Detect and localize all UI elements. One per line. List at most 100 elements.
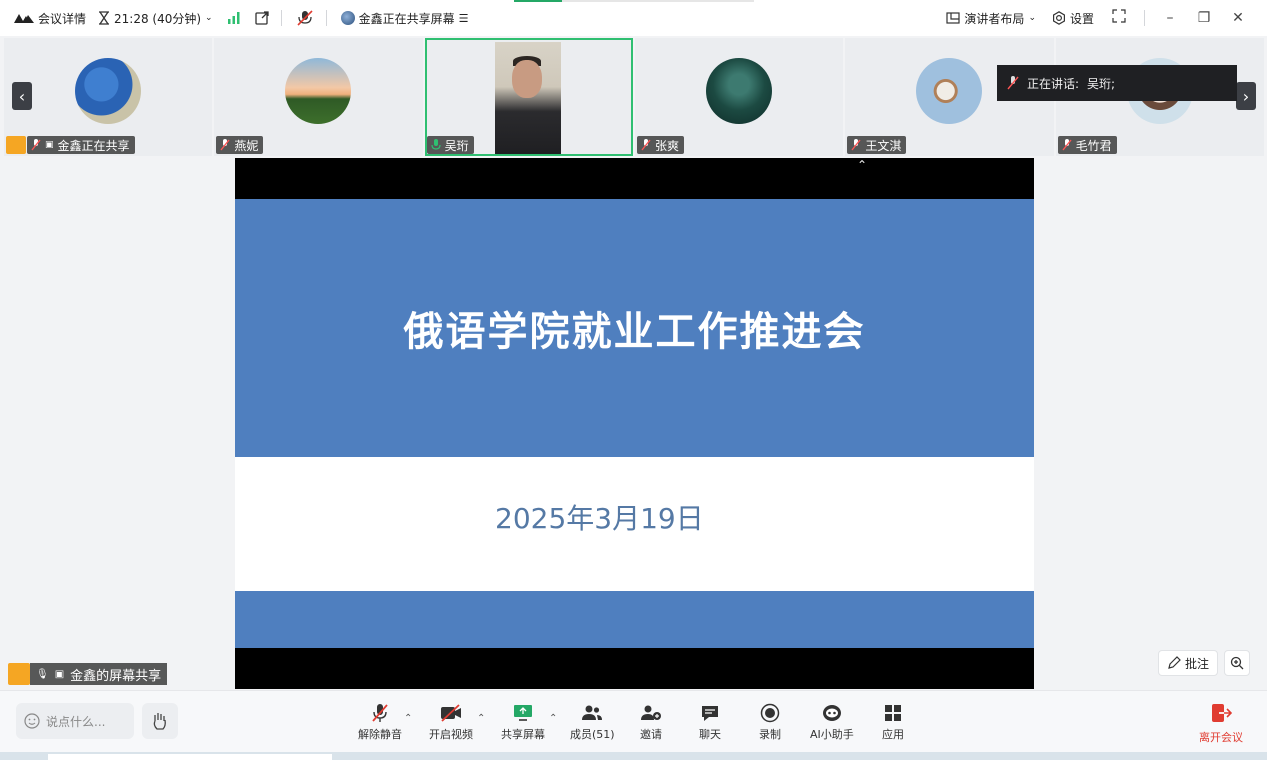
- avatar: [285, 58, 352, 124]
- menu-icon: ☰: [458, 11, 469, 25]
- layout-button[interactable]: 演讲者布局 ⌄: [946, 10, 1036, 27]
- mic-off-icon: [297, 10, 313, 26]
- annotate-label: 批注: [1184, 656, 1209, 671]
- share-screen-label: 共享屏幕: [501, 728, 545, 741]
- mute-all-button[interactable]: [296, 10, 314, 26]
- participant-tile[interactable]: ▣ 金鑫正在共享: [4, 38, 213, 156]
- add-user-icon: [640, 703, 662, 723]
- slide-date-area: 2025年3月19日: [235, 457, 1034, 591]
- close-button[interactable]: ✕: [1229, 10, 1247, 26]
- robot-icon: [821, 703, 843, 723]
- speaking-indicator: 正在讲话: 吴珩;: [997, 65, 1237, 101]
- start-video-button[interactable]: 开启视频: [429, 703, 473, 742]
- mic-off-icon: [1007, 76, 1019, 90]
- taskbar-window[interactable]: [48, 754, 332, 760]
- raise-hand-button[interactable]: [142, 703, 178, 739]
- share-screen-button[interactable]: 共享屏幕: [501, 703, 545, 742]
- popout-button[interactable]: [254, 11, 269, 25]
- avatar: [916, 58, 983, 124]
- screen-share-text: 金鑫的屏幕共享: [70, 668, 162, 684]
- video-options-caret[interactable]: ⌃: [477, 713, 485, 724]
- prev-page-button[interactable]: ‹: [12, 82, 32, 110]
- screen-share-icon: ▣: [54, 668, 65, 680]
- participant-name: 王文淇: [865, 138, 902, 153]
- unmute-button[interactable]: 解除静音: [358, 703, 402, 742]
- invite-button[interactable]: 邀请: [640, 703, 662, 742]
- settings-button[interactable]: 设置: [1052, 10, 1094, 27]
- collapse-strip-icon[interactable]: ⌃: [857, 158, 867, 172]
- chevron-down-icon: ⌄: [1028, 13, 1036, 23]
- signal-indicator[interactable]: [227, 12, 241, 24]
- annotate-button[interactable]: 批注: [1157, 650, 1218, 676]
- members-button[interactable]: 成员(51): [570, 703, 615, 742]
- participant-nametag: 王文淇: [847, 136, 907, 154]
- divider: [1144, 10, 1145, 26]
- participant-nametag: ▣ 金鑫正在共享: [27, 136, 135, 154]
- participant-name: 金鑫正在共享: [57, 138, 130, 153]
- layout-icon: [946, 12, 961, 24]
- apps-button[interactable]: 应用: [882, 703, 904, 742]
- host-badge: [6, 136, 26, 154]
- leave-meeting-button[interactable]: 离开会议: [1199, 703, 1243, 745]
- host-badge: [8, 663, 30, 685]
- slide-bottom-band: [235, 591, 1034, 648]
- globe-avatar-icon: [340, 11, 355, 25]
- gear-icon: [1052, 11, 1065, 25]
- sharing-status[interactable]: 金鑫正在共享屏幕 ☰: [340, 10, 469, 27]
- signal-icon: [227, 12, 240, 24]
- mic-off-icon: [641, 139, 651, 151]
- meeting-details-button[interactable]: 会议详情: [14, 10, 86, 27]
- slide-date: 2025年3月19日: [495, 502, 704, 535]
- participant-tile-active[interactable]: 吴珩: [424, 38, 633, 156]
- timer-label: 21:28 (40分钟): [114, 11, 202, 26]
- audio-options-caret[interactable]: ⌃: [404, 713, 412, 724]
- shared-slide: ⌃ 俄语学院就业工作推进会 2025年3月19日: [235, 158, 1034, 689]
- chat-button[interactable]: 聊天: [699, 703, 721, 742]
- minimize-button[interactable]: –: [1161, 10, 1179, 26]
- zoom-in-icon: [1230, 656, 1244, 670]
- speaking-name: 吴珩;: [1087, 76, 1116, 91]
- meeting-details-label: 会议详情: [38, 11, 87, 26]
- apps-icon: [882, 703, 904, 723]
- fullscreen-button[interactable]: [1110, 9, 1128, 27]
- ai-assistant-label: AI小助手: [810, 728, 854, 741]
- speaking-label: 正在讲话:: [1027, 76, 1080, 91]
- mic-off-icon: [1062, 139, 1072, 151]
- next-page-button[interactable]: ›: [1236, 82, 1256, 110]
- participant-name: 吴珩: [444, 138, 469, 153]
- divider: [280, 10, 282, 26]
- pen-icon: [1168, 656, 1181, 669]
- ai-assistant-button[interactable]: AI小助手: [810, 703, 854, 742]
- fullscreen-icon: [1112, 9, 1126, 23]
- divider: [325, 10, 327, 26]
- video-off-icon: [440, 703, 462, 723]
- participant-tile[interactable]: 张爽: [634, 38, 844, 156]
- quick-chat-input[interactable]: 说点什么...: [16, 703, 134, 739]
- apps-label: 应用: [882, 728, 904, 741]
- share-screen-icon: [512, 703, 534, 723]
- zoom-button[interactable]: [1224, 650, 1250, 676]
- participant-tile[interactable]: 燕妮: [214, 38, 423, 156]
- timer[interactable]: 21:28 (40分钟) ⌄: [98, 10, 213, 27]
- share-options-caret[interactable]: ⌃: [549, 713, 557, 724]
- restore-button[interactable]: ❐: [1195, 10, 1213, 26]
- screen-share-label: 🎙 ▣ 金鑫的屏幕共享: [30, 663, 168, 685]
- mic-off-icon: [220, 139, 230, 151]
- participant-name: 毛竹君: [1075, 138, 1112, 153]
- mic-off-icon: [369, 703, 391, 723]
- exit-icon: [1210, 703, 1233, 726]
- hand-icon: [153, 713, 166, 730]
- mic-off-icon: [31, 139, 41, 151]
- share-handle[interactable]: [514, 0, 754, 2]
- mic-on-icon: [431, 139, 441, 150]
- external-link-icon: [254, 11, 269, 25]
- slide-title-band: 俄语学院就业工作推进会: [235, 199, 1034, 457]
- shared-screen-area: ⌃ 俄语学院就业工作推进会 2025年3月19日 🎙 ▣ 金鑫的屏幕共享 批注: [4, 158, 1264, 689]
- chat-icon: [699, 703, 721, 723]
- record-icon: [759, 703, 781, 723]
- os-taskbar: [0, 752, 1267, 760]
- slide-title: 俄语学院就业工作推进会: [403, 309, 866, 355]
- topbar-right: 演讲者布局 ⌄ 设置 – ❐ ✕: [946, 0, 1247, 36]
- invite-label: 邀请: [640, 728, 662, 741]
- record-button[interactable]: 录制: [759, 703, 781, 742]
